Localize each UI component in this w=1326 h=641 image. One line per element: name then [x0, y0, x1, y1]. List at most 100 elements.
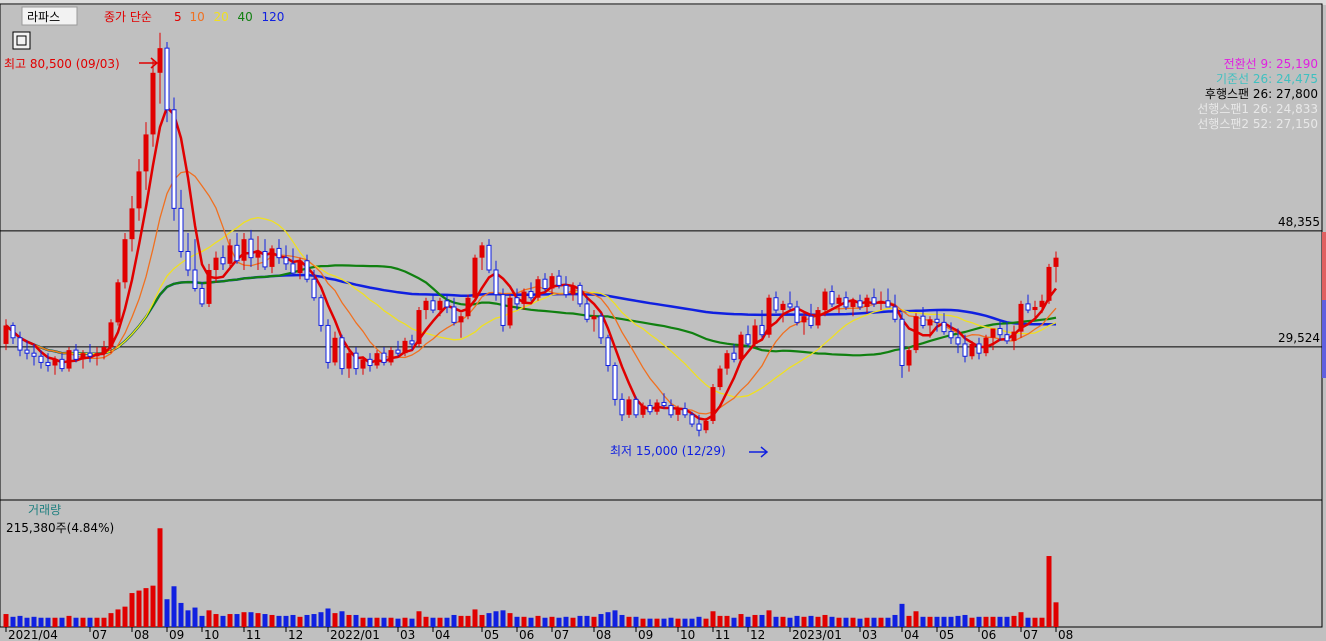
candle-body [1025, 303, 1031, 311]
candle-body [997, 328, 1003, 336]
volume-bar [507, 613, 513, 627]
volume-bar [542, 617, 548, 627]
candle-body [500, 294, 506, 326]
x-tick-label: 05 [939, 628, 954, 641]
volume-bar [171, 586, 177, 627]
volume-bar [31, 616, 37, 627]
candle-body [563, 284, 569, 296]
candle-body [570, 285, 576, 295]
candle-body [948, 331, 954, 339]
volume-bar [619, 614, 625, 627]
volume-bar [591, 616, 597, 627]
candle-body [101, 347, 107, 354]
candle-body [304, 260, 310, 280]
volume-bar [346, 614, 352, 627]
volume-bar [465, 615, 471, 627]
volume-bar [472, 609, 478, 627]
candle-body [626, 399, 632, 415]
volume-bar [962, 614, 968, 627]
volume-bar [759, 614, 765, 627]
candle-body [227, 245, 233, 264]
volume-bar [661, 618, 667, 627]
x-tick-label: 09 [169, 628, 184, 641]
candle-body [94, 353, 100, 357]
candle-body [654, 402, 660, 412]
volume-bar [570, 617, 576, 627]
candle-body [927, 319, 933, 326]
ma-legend-item: 40 [238, 10, 253, 24]
volume-bar [192, 607, 198, 627]
volume-bar [976, 616, 982, 627]
volume-bar [752, 614, 758, 627]
volume-bar [122, 606, 128, 627]
volume-bar [682, 618, 688, 627]
candle-body [1004, 334, 1010, 342]
x-tick-label: 2023/01 [792, 628, 842, 641]
candle-body [45, 361, 51, 367]
volume-bar [577, 615, 583, 627]
volume-bar [129, 593, 135, 627]
volume-bar [528, 617, 534, 627]
stock-chart: 라파스 종가 단순 5 10 20 40 120 전환선 9: 25,190기준선 26… [0, 0, 1326, 641]
volume-bar [24, 617, 30, 627]
volume-bar [1004, 616, 1010, 627]
candle-body [108, 322, 114, 348]
candle-body [871, 297, 877, 305]
candle-body [703, 420, 709, 431]
candle-body [444, 300, 450, 308]
candle-body [822, 291, 828, 311]
candle-body [143, 134, 149, 172]
volume-bar [829, 616, 835, 627]
volume-bar [668, 617, 674, 627]
candle-body [423, 300, 429, 311]
x-tick-label: 09 [638, 628, 653, 641]
candle-body [1011, 331, 1017, 341]
volume-bar [94, 617, 100, 627]
ichimoku-item: 선행스팬1 26: 24,833 [1197, 101, 1318, 116]
volume-bar [703, 618, 709, 627]
volume-bar [255, 613, 261, 627]
volume-bar [136, 590, 142, 627]
volume-bar [612, 610, 618, 627]
candle-body [360, 359, 366, 369]
candle-body [3, 325, 9, 344]
x-tick-label: 08 [596, 628, 611, 641]
candle-body [164, 47, 170, 111]
volume-bar [80, 617, 86, 627]
candle-body [556, 275, 562, 286]
volume-bar [220, 615, 226, 627]
candle-body [199, 287, 205, 305]
candle-body [115, 282, 121, 323]
volume-bar [164, 599, 170, 627]
candle-body [157, 48, 163, 73]
volume-bar [143, 588, 149, 627]
volume-bar [311, 614, 317, 627]
volume-bar [213, 614, 219, 627]
panel-toggle-icon[interactable] [12, 31, 31, 50]
volume-bar [766, 610, 772, 627]
volume-bar [45, 617, 51, 627]
volume-bar [717, 615, 723, 627]
x-tick-label: 06 [519, 628, 534, 641]
volume-bar [983, 616, 989, 627]
volume-bar [444, 617, 450, 627]
candle-body [983, 337, 989, 354]
volume-bar [248, 612, 254, 627]
volume-bar [52, 617, 58, 627]
candle-body [892, 306, 898, 320]
volume-bar [381, 617, 387, 627]
volume-bar [738, 614, 744, 627]
volume-bar [108, 613, 114, 627]
candle-body [171, 109, 177, 209]
volume-bar [675, 618, 681, 627]
candle-body [353, 352, 359, 370]
candle-body [59, 358, 65, 370]
ma-legend-item: 120 [262, 10, 285, 24]
candle-body [311, 278, 317, 299]
candle-body [815, 310, 821, 326]
ma-legend-item: 10 [190, 10, 205, 24]
candle-body [577, 284, 583, 305]
candle-body [24, 349, 30, 354]
volume-bar [297, 616, 303, 627]
volume-bar [262, 614, 268, 627]
